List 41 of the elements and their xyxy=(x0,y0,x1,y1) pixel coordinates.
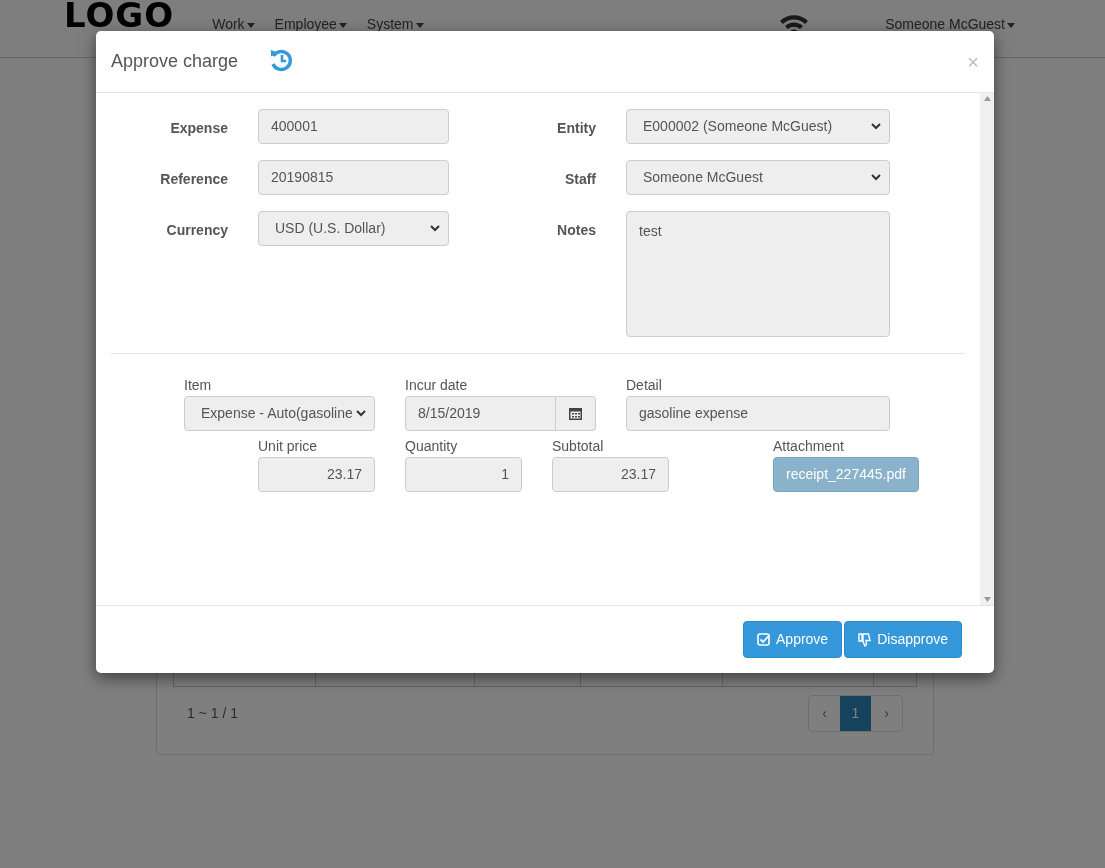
field-label: Item xyxy=(184,378,213,392)
calendar-icon xyxy=(569,407,582,420)
field-label: Subtotal xyxy=(552,439,605,453)
check-square-icon xyxy=(757,633,770,646)
select-field[interactable]: Expense - Auto(gasoline xyxy=(184,396,375,431)
pager-info: 1 ~ 1 / 1 xyxy=(187,704,238,723)
field-label: Currency xyxy=(165,221,228,240)
number-field[interactable]: 23.17 xyxy=(552,457,669,492)
field-label: Attachment xyxy=(773,439,845,453)
chevron-icon xyxy=(356,410,366,417)
field-label: Detail xyxy=(626,378,663,392)
chevron-icon xyxy=(430,225,440,232)
number-field[interactable]: 23.17 xyxy=(258,457,375,492)
chevron-icon xyxy=(871,174,881,181)
modal-title: Approve charge xyxy=(111,50,239,73)
chevron-icon xyxy=(871,123,881,130)
scroll-down-icon[interactable] xyxy=(983,597,991,602)
select-field[interactable]: USD (U.S. Dollar) xyxy=(258,211,449,246)
input-field[interactable]: 400001 xyxy=(258,109,449,144)
field-label: Entity xyxy=(556,119,596,138)
select-field[interactable]: E000002 (Someone McGuest) xyxy=(626,109,890,144)
field-label: Unit price xyxy=(258,439,319,453)
scrollbar[interactable] xyxy=(980,93,994,605)
select-field[interactable]: Someone McGuest xyxy=(626,160,890,195)
notes-field[interactable]: test xyxy=(626,211,890,337)
field-label: Staff xyxy=(563,170,596,189)
field-label: Expense xyxy=(169,119,228,138)
field-label: Quantity xyxy=(405,439,459,453)
thumbs-down-icon xyxy=(858,632,872,647)
calendar-button[interactable] xyxy=(556,396,596,431)
field-label: Notes xyxy=(556,221,596,240)
field-label: Reference xyxy=(159,170,228,189)
date-field[interactable]: 8/15/2019 xyxy=(405,396,556,431)
wifi-icon xyxy=(779,14,810,33)
number-field[interactable]: 1 xyxy=(405,457,522,492)
input-field[interactable]: 20190815 xyxy=(258,160,449,195)
scroll-up-icon[interactable] xyxy=(983,96,991,101)
user-menu[interactable]: Someone McGuest xyxy=(885,14,1015,35)
logo: LOGO xyxy=(64,1,175,29)
field-label: Incur date xyxy=(405,378,469,392)
input-field[interactable]: gasoline expense xyxy=(626,396,890,431)
